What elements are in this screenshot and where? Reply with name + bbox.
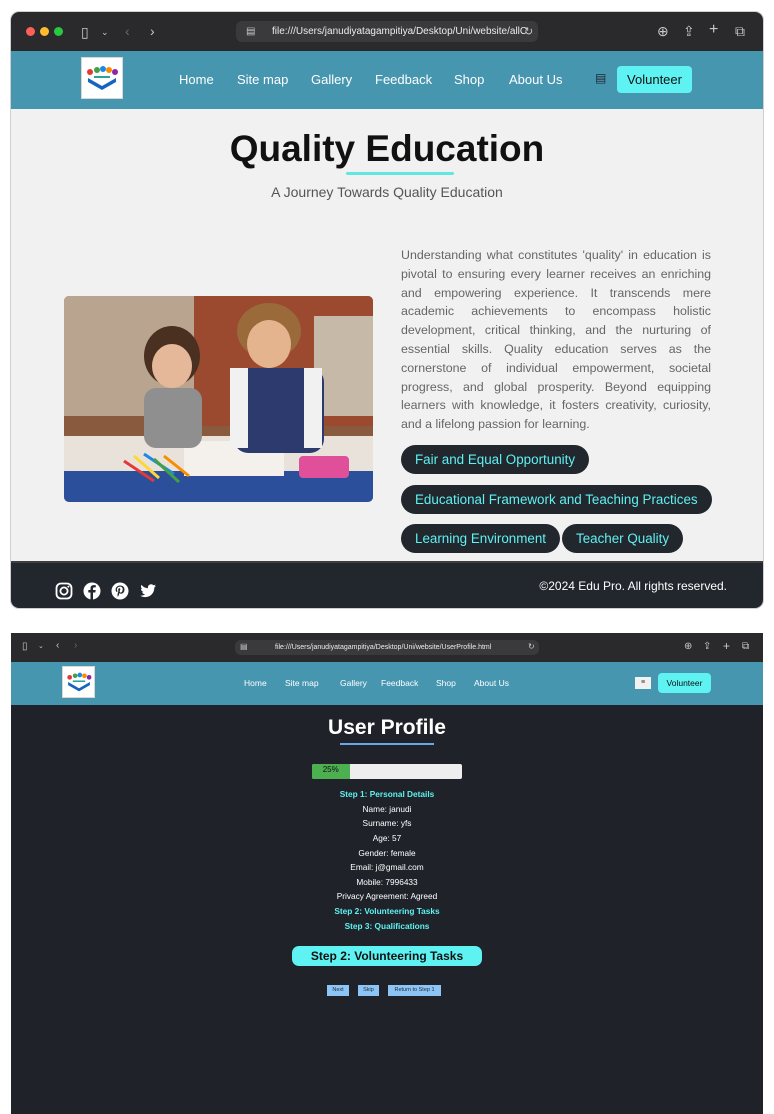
nav-shop[interactable]: Shop [454, 72, 484, 87]
nav-about-us[interactable]: About Us [509, 72, 562, 87]
reload-icon[interactable]: ↻ [528, 642, 535, 652]
copyright-text: ©2024 Edu Pro. All rights reserved. [539, 579, 727, 593]
intro-paragraph: Understanding what constitutes 'quality'… [401, 248, 711, 432]
instagram-icon[interactable] [55, 582, 73, 600]
step2-heading[interactable]: Step 2: Volunteering Tasks [11, 906, 763, 916]
address-bar[interactable]: file:///Users/janudiyatagampitiya/Deskto… [236, 21, 538, 42]
page-subtitle: A Journey Towards Quality Education [271, 184, 503, 200]
page-settings-icon[interactable]: ▤ [240, 642, 248, 652]
page-title: Quality Education [229, 128, 545, 169]
detail-gender: Gender: female [358, 848, 416, 858]
forward-icon[interactable]: › [150, 24, 155, 38]
chevron-down-icon[interactable]: ⌄ [101, 25, 109, 39]
skip-button[interactable]: Skip [358, 985, 379, 996]
site-navbar: Home Site map Gallery Feedback Shop Abou… [11, 662, 763, 705]
nav-feedback[interactable]: Feedback [381, 678, 418, 688]
browser-toolbar: ▯ ⌄ ‹ › file:///Users/janudiyatagampitiy… [11, 633, 763, 662]
volunteer-button[interactable]: Volunteer [658, 673, 711, 693]
facebook-icon[interactable] [83, 582, 101, 600]
sidebar-toggle-icon[interactable]: ▯ [81, 25, 89, 39]
pinterest-icon[interactable] [111, 582, 129, 600]
theme-toggle-icon[interactable]: ≡ [635, 677, 651, 689]
progress-fill: 25% [312, 764, 350, 779]
url-text: file:///Users/janudiyatagampitiya/Deskto… [272, 26, 528, 37]
page-title: User Profile [328, 716, 446, 739]
return-to-step1-button[interactable]: Return to Step 1 [388, 985, 441, 996]
next-button[interactable]: Next [327, 985, 349, 996]
volunteer-button[interactable]: Volunteer [617, 66, 692, 93]
theme-toggle-icon[interactable]: ▤ [595, 71, 606, 85]
pill-learning-environment[interactable]: Learning Environment [401, 524, 561, 553]
title-underline [340, 743, 434, 745]
nav-feedback[interactable]: Feedback [375, 72, 432, 87]
url-text: file:///Users/janudiyatagampitiya/Deskto… [275, 644, 492, 651]
detail-privacy: Privacy Agreement: Agreed [336, 891, 438, 901]
step3-heading[interactable]: Step 3: Qualifications [11, 921, 763, 931]
twitter-icon[interactable] [139, 582, 157, 600]
nav-shop[interactable]: Shop [436, 678, 456, 688]
site-logo[interactable] [62, 666, 95, 698]
download-icon[interactable]: ⊕ [684, 642, 692, 652]
page-settings-icon[interactable]: ▤ [246, 25, 255, 39]
site-navbar: Home Site map Gallery Feedback Shop Abou… [11, 51, 763, 109]
progress-bar: 25% [312, 764, 462, 779]
nav-gallery[interactable]: Gallery [340, 678, 367, 688]
back-icon[interactable]: ‹ [56, 641, 59, 651]
sidebar-toggle-icon[interactable]: ▯ [22, 642, 28, 652]
detail-age: Age: 57 [372, 833, 402, 843]
pill-teacher-quality[interactable]: Teacher Quality [562, 524, 684, 553]
nav-about-us[interactable]: About Us [474, 678, 509, 688]
nav-home[interactable]: Home [179, 72, 214, 87]
nav-site-map[interactable]: Site map [237, 72, 288, 87]
step1-heading[interactable]: Step 1: Personal Details [11, 789, 763, 799]
forward-icon[interactable]: › [74, 641, 77, 651]
reload-icon[interactable]: ↻ [524, 25, 533, 39]
download-icon[interactable]: ⊕ [657, 24, 669, 38]
browser-window-quality-education: ▯ ⌄ ‹ › file:///Users/janudiyatagampitiy… [11, 12, 763, 608]
detail-email: Email: j@gmail.com [350, 862, 424, 872]
current-step-heading: Step 2: Volunteering Tasks [292, 946, 482, 966]
logo-graphic [87, 66, 118, 90]
detail-surname: Surname: yfs [362, 818, 412, 828]
nav-gallery[interactable]: Gallery [311, 72, 352, 87]
detail-mobile: Mobile: 7996433 [356, 877, 418, 887]
pill-fair-equal-opportunity[interactable]: Fair and Equal Opportunity [401, 445, 590, 474]
new-tab-icon[interactable]: + [723, 640, 730, 652]
nav-home[interactable]: Home [244, 678, 267, 688]
close-window-button[interactable] [26, 27, 35, 36]
share-icon[interactable]: ⇪ [683, 24, 695, 38]
logo-graphic [66, 672, 91, 692]
zoom-window-button[interactable] [54, 27, 63, 36]
browser-toolbar: ▯ ⌄ ‹ › file:///Users/janudiyatagampitiy… [11, 12, 763, 51]
tab-overview-icon[interactable]: ⧉ [735, 24, 745, 38]
nav-site-map[interactable]: Site map [285, 678, 319, 688]
detail-name: Name: janudi [362, 804, 412, 814]
pill-educational-framework[interactable]: Educational Framework and Teaching Pract… [401, 485, 712, 514]
browser-window-user-profile: ▯ ⌄ ‹ › file:///Users/janudiyatagampitiy… [11, 633, 763, 1114]
share-icon[interactable]: ⇪ [703, 642, 711, 652]
new-tab-icon[interactable]: + [709, 22, 718, 38]
teacher-child-photo [64, 296, 373, 502]
tab-overview-icon[interactable]: ⧉ [742, 642, 749, 652]
title-underline [346, 172, 454, 175]
minimize-window-button[interactable] [40, 27, 49, 36]
address-bar[interactable]: file:///Users/janudiyatagampitiya/Deskto… [235, 640, 539, 655]
chevron-down-icon[interactable]: ⌄ [38, 642, 44, 652]
back-icon[interactable]: ‹ [125, 24, 130, 38]
site-logo[interactable] [81, 57, 123, 99]
